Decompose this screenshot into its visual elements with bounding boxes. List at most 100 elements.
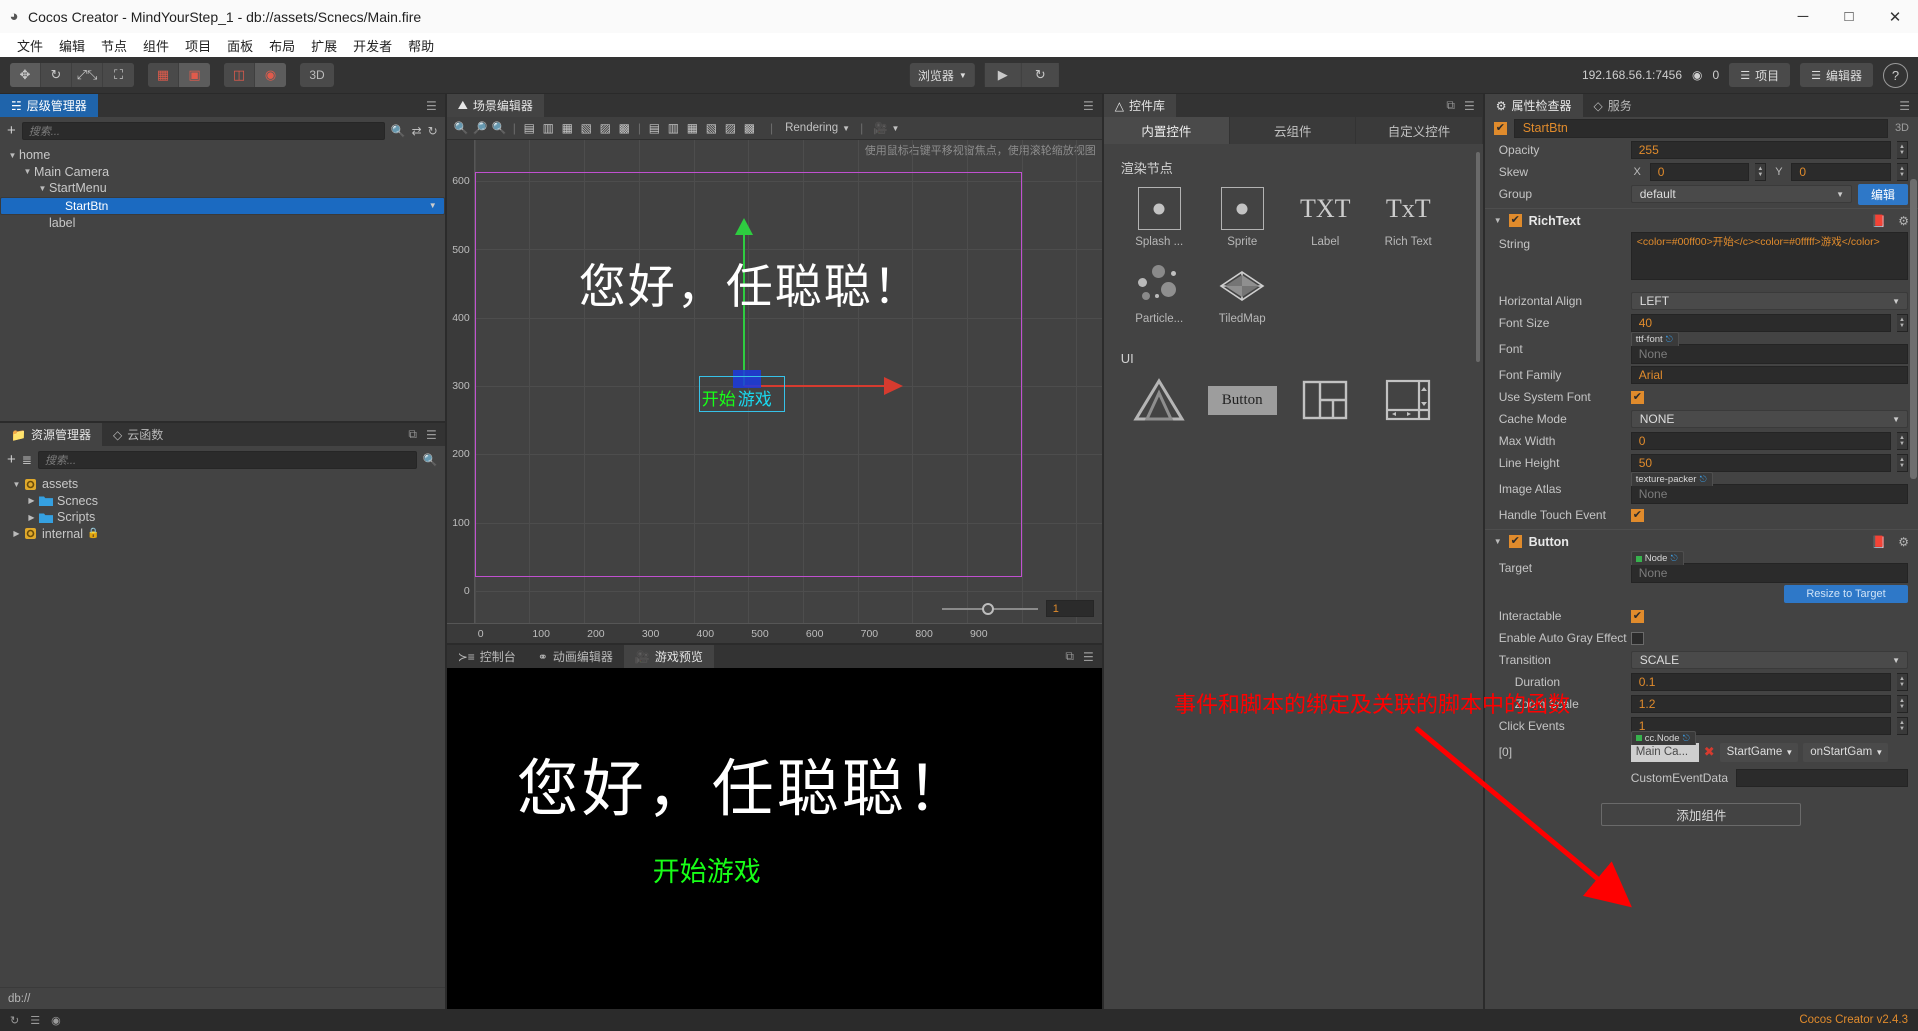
chevron-down-icon[interactable]: ▼ [36,184,49,193]
coordinate-icon[interactable]: ▣ [179,63,210,87]
complib-item-splash[interactable]: Splash ... [1118,187,1201,248]
stepper-arrows[interactable]: ▲ ▼ [1897,695,1908,713]
search-icon[interactable]: 🔍 [391,124,406,138]
play-button[interactable]: ▶ [984,63,1022,87]
stepper-arrows[interactable]: ▲ ▼ [1897,141,1908,159]
tab-builtin-components[interactable]: 内置控件 [1103,117,1231,144]
rect-tool-icon[interactable]: ⛶ [103,63,134,87]
tab-inspector[interactable]: ⚙ 属性检查器 [1484,94,1583,117]
distribute-h-right-icon[interactable]: ▩ [616,121,633,135]
tab-cloud-components[interactable]: 云组件 [1230,117,1357,144]
align-middle-icon[interactable]: ▥ [665,121,682,135]
project-settings-button[interactable]: ☰ 项目 [1729,63,1791,87]
popout-icon[interactable]: ⧉ [1065,649,1074,664]
stepper-arrows[interactable]: ▲ ▼ [1897,432,1908,450]
asset-node-scnecs[interactable]: ▶ Scnecs [0,493,445,510]
stepper-arrows[interactable]: ▲ ▼ [1897,673,1908,691]
tab-animation-editor[interactable]: ⚭ 动画编辑器 [526,645,624,668]
click-event-component-select[interactable]: StartGame [1719,742,1799,762]
complib-item-button[interactable]: Button [1201,376,1284,424]
stepper-arrows[interactable]: ▲ ▼ [1897,454,1908,472]
zoom-in-icon[interactable]: 🔍 [453,121,470,135]
list-icon[interactable]: ☰ [30,1014,40,1027]
checkbox[interactable] [1630,390,1644,404]
distribute-v-top-icon[interactable]: ▧ [703,121,720,135]
editor-settings-button[interactable]: ☰ 编辑器 [1800,63,1873,87]
minimize-button[interactable]: ─ [1780,0,1826,33]
tab-custom-components[interactable]: 自定义控件 [1356,117,1483,144]
tab-services[interactable]: ◇ 服务 [1582,94,1643,117]
scale-tool-icon[interactable]: ⤢⤡ [72,63,103,87]
align-right-icon[interactable]: ▦ [559,121,576,135]
popout-icon[interactable]: ⧉ [408,427,417,442]
gear-icon[interactable]: ⚙ [1898,535,1909,549]
asset-node-assets[interactable]: ▼ assets [0,476,445,493]
complib-item-sprite[interactable]: Sprite [1201,187,1284,248]
skew-y-input[interactable]: 0 [1791,163,1891,181]
zoom-slider-knob[interactable] [981,602,994,615]
distribute-v-bottom-icon[interactable]: ▩ [741,121,758,135]
component-header-richtext[interactable]: ▼ RichText 📕 ⚙ [1484,208,1918,232]
zoom-value-input[interactable]: 1 [1045,600,1094,617]
zoom-reset-icon[interactable]: 🔍 [491,121,508,135]
inspector-scrollbar[interactable] [1910,179,1917,479]
tab-game-preview[interactable]: 🎥 游戏预览 [623,645,714,668]
align-bottom-icon[interactable]: ▦ [684,121,701,135]
checkbox[interactable] [1630,508,1644,522]
node-enabled-checkbox[interactable] [1493,121,1507,135]
asset-node-internal[interactable]: ▶ internal 🔒 [0,526,445,543]
hierarchy-node-home[interactable]: ▼ home [0,147,445,164]
click-event-node-value[interactable]: Main Ca... [1630,742,1699,762]
chevron-right-icon[interactable]: ▶ [25,513,38,522]
menu-item-layout[interactable]: 布局 [261,36,303,55]
complib-scrollbar[interactable] [1475,152,1480,362]
align-top-icon[interactable]: ▤ [646,121,663,135]
popout-icon[interactable]: ⧉ [1446,98,1455,113]
refresh-icon[interactable]: ↻ [10,1014,19,1027]
hierarchy-node-label[interactable]: label [0,215,445,232]
preview-target-select[interactable]: 浏览器 ▼ [909,63,975,87]
add-node-button[interactable]: + [7,122,16,139]
menu-item-project[interactable]: 项目 [177,36,219,55]
click-event-node-field[interactable]: cc.Node ⎋ Main Ca... ✖ [1630,730,1715,762]
asset-value[interactable]: None [1630,484,1908,504]
tab-scene-editor[interactable]: ⛰ 场景编辑器 [446,94,544,117]
tab-component-library[interactable]: △ 控件库 [1103,94,1176,117]
bug-icon[interactable]: ◉ [51,1014,61,1027]
pivot-icon[interactable]: ▦ [148,63,179,87]
stepper-arrows[interactable]: ▲ ▼ [1755,163,1767,181]
help-button[interactable]: ? [1883,62,1908,88]
click-event-handler-select[interactable]: onStartGam [1803,742,1889,762]
chevron-right-icon[interactable]: ▶ [10,529,23,538]
camera-select[interactable]: 🎥 ▼ [873,121,899,135]
stepper-arrows[interactable]: ▲ ▼ [1897,163,1908,181]
checkbox[interactable] [1630,609,1644,623]
close-button[interactable]: ✕ [1872,0,1918,33]
hamburger-icon[interactable]: ☰ [426,428,437,442]
distribute-h-center-icon[interactable]: ▨ [597,121,614,135]
complib-item-label[interactable]: TXT Label [1284,187,1367,249]
chevron-right-icon[interactable]: ▶ [25,496,38,505]
menu-item-component[interactable]: 组件 [135,36,177,55]
align-center-h-icon[interactable]: ▥ [540,121,557,135]
tab-hierarchy[interactable]: ☵ 层级管理器 [0,94,98,117]
refresh-button[interactable]: ↻ [1021,63,1059,87]
menu-item-edit[interactable]: 编辑 [51,36,93,55]
hamburger-icon[interactable]: ☰ [1464,99,1475,113]
stepper-arrows[interactable]: ▲ ▼ [1897,717,1908,735]
gear-icon[interactable]: ⚙ [1898,214,1909,228]
checkbox[interactable] [1630,631,1644,645]
resize-to-target-button[interactable]: Resize to Target [1784,585,1908,603]
menu-item-panel[interactable]: 面板 [219,36,261,55]
zoom-slider[interactable] [941,602,1038,615]
complib-item-rich-text[interactable]: TxT Rich Text [1367,187,1450,249]
book-icon[interactable]: 📕 [1871,214,1886,228]
menu-item-file[interactable]: 文件 [9,36,51,55]
external-link-icon[interactable]: ⎋ [1670,553,1677,564]
remove-event-icon[interactable]: ✖ [1704,744,1715,760]
asset-node-scripts[interactable]: ▶ Scripts [0,509,445,526]
select-dropdown[interactable]: SCALE [1630,651,1908,669]
external-link-icon[interactable]: ⎋ [1699,474,1706,485]
custom-event-data-input[interactable] [1736,769,1908,787]
external-link-icon[interactable]: ⎋ [1683,733,1690,744]
